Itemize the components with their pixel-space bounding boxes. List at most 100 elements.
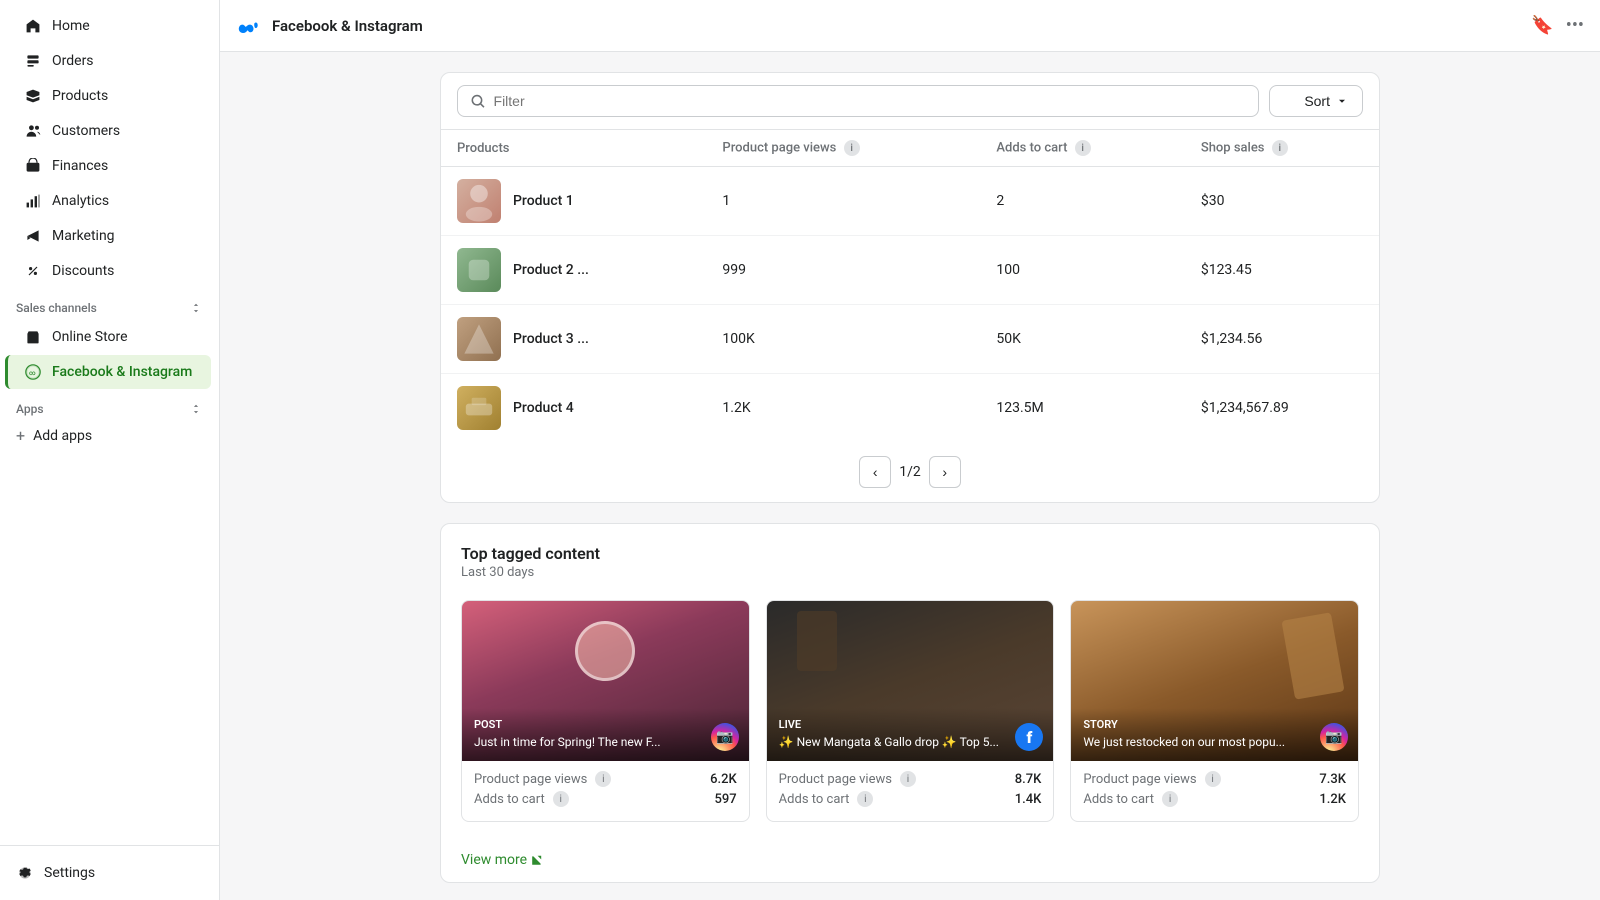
adds-to-cart-info-icon[interactable]: i — [1075, 140, 1091, 156]
adds-to-cart-cell-2: 100 — [980, 236, 1184, 305]
settings-item[interactable]: Settings — [16, 858, 203, 888]
content-image-1: POST Just in time for Spring! The new F.… — [462, 601, 749, 761]
topbar-right: 🔖 ••• — [1531, 15, 1584, 36]
sidebar-item-discounts[interactable]: Discounts — [8, 254, 211, 288]
sidebar-item-facebook-instagram[interactable]: ∞ Facebook & Instagram — [5, 355, 211, 389]
svg-text:∞: ∞ — [29, 369, 36, 377]
external-link-icon — [531, 854, 543, 866]
content-caption-3: We just restocked on our most popu... — [1083, 735, 1346, 751]
shop-sales-info-icon[interactable]: i — [1272, 140, 1288, 156]
sidebar-item-analytics[interactable]: Analytics — [8, 184, 211, 218]
sidebar-item-discounts-label: Discounts — [52, 263, 114, 279]
content-stats-3: Product page views i 7.3K Adds to cart i… — [1071, 761, 1358, 821]
bookmark-icon[interactable]: 🔖 — [1531, 15, 1553, 36]
adds-to-cart-value-1: 597 — [715, 792, 737, 807]
top-tagged-header: Top tagged content Last 30 days — [441, 524, 1379, 584]
add-apps-item[interactable]: + Add apps — [0, 420, 219, 451]
sidebar-item-analytics-label: Analytics — [52, 193, 109, 209]
col-adds-to-cart: Adds to cart i — [980, 130, 1184, 167]
sidebar-item-products[interactable]: Products — [8, 79, 211, 113]
page-views-cell-4: 1.2K — [706, 374, 980, 443]
more-icon[interactable]: ••• — [1566, 15, 1584, 36]
sort-button[interactable]: Sort — [1269, 85, 1363, 117]
table-header: Products Product page views i Adds to ca… — [441, 130, 1379, 167]
sidebar-item-facebook-instagram-label: Facebook & Instagram — [52, 364, 192, 380]
meta-logo — [236, 12, 264, 40]
sidebar-item-orders[interactable]: Orders — [8, 44, 211, 78]
content-type-1: POST — [474, 718, 737, 731]
adds-to-cart-cell-3: 50K — [980, 305, 1184, 374]
products-tbody: Product 1 1 2 $30 Product 2 ... 999 100 — [441, 167, 1379, 443]
sidebar-item-finances-label: Finances — [52, 158, 108, 174]
card-adds-to-cart-info-1[interactable]: i — [553, 791, 569, 807]
page-views-cell-1: 1 — [706, 167, 980, 236]
sidebar-item-customers[interactable]: Customers — [8, 114, 211, 148]
sidebar-item-online-store[interactable]: Online Store — [8, 320, 211, 354]
col-products: Products — [441, 130, 706, 167]
product-cell-1: Product 1 — [457, 179, 690, 223]
sidebar-item-marketing-label: Marketing — [52, 228, 115, 244]
content-card-1: POST Just in time for Spring! The new F.… — [461, 600, 750, 822]
top-tagged-title: Top tagged content — [461, 544, 1359, 563]
prev-page-button[interactable]: ‹ — [859, 456, 891, 488]
content-image-3: STORY We just restocked on our most popu… — [1071, 601, 1358, 761]
sidebar-item-products-label: Products — [52, 88, 108, 104]
customers-icon — [24, 122, 42, 140]
content-type-3: STORY — [1083, 718, 1346, 731]
page-views-info-icon[interactable]: i — [844, 140, 860, 156]
stat-adds-to-cart-3: Adds to cart i 1.2K — [1083, 791, 1346, 807]
sidebar-item-finances[interactable]: Finances — [8, 149, 211, 183]
apps-section-label: Apps — [0, 390, 219, 420]
col-page-views: Product page views i — [706, 130, 980, 167]
top-tagged-subtitle: Last 30 days — [461, 565, 1359, 580]
page-views-cell-3: 100K — [706, 305, 980, 374]
next-page-button[interactable]: › — [929, 456, 961, 488]
content-stats-1: Product page views i 6.2K Adds to cart i… — [462, 761, 749, 821]
content-card-2: LIVE ✨ New Mangata & Gallo drop ✨ Top 5.… — [766, 600, 1055, 822]
product-thumb-1 — [457, 179, 501, 223]
stat-page-views-3: Product page views i 7.3K — [1083, 771, 1346, 787]
content-caption-2: ✨ New Mangata & Gallo drop ✨ Top 5... — [779, 735, 1042, 751]
search-icon — [470, 93, 486, 109]
content-caption-1: Just in time for Spring! The new F... — [474, 735, 737, 751]
card-page-views-info-1[interactable]: i — [595, 771, 611, 787]
card-page-views-info-3[interactable]: i — [1205, 771, 1221, 787]
home-icon — [24, 17, 42, 35]
product-thumb-3 — [457, 317, 501, 361]
products-icon — [24, 87, 42, 105]
adds-to-cart-value-3: 1.2K — [1319, 792, 1346, 807]
online-store-icon — [24, 328, 42, 346]
sidebar-item-customers-label: Customers — [52, 123, 120, 139]
sidebar-item-marketing[interactable]: Marketing — [8, 219, 211, 253]
col-shop-sales: Shop sales i — [1185, 130, 1379, 167]
table-row: Product 3 ... 100K 50K $1,234.56 — [441, 305, 1379, 374]
page-views-label-2: Product page views i — [779, 771, 916, 787]
page-views-label-1: Product page views i — [474, 771, 611, 787]
facebook-instagram-icon: ∞ — [24, 363, 42, 381]
topbar-left: Facebook & Instagram — [236, 12, 423, 40]
marketing-icon — [24, 227, 42, 245]
stat-page-views-2: Product page views i 8.7K — [779, 771, 1042, 787]
content-image-2: LIVE ✨ New Mangata & Gallo drop ✨ Top 5.… — [767, 601, 1054, 761]
filter-text-input[interactable] — [494, 93, 1247, 109]
view-more-link[interactable]: View more — [461, 852, 543, 868]
card-page-views-info-2[interactable]: i — [900, 771, 916, 787]
sidebar-item-home[interactable]: Home — [8, 9, 211, 43]
card-adds-to-cart-info-3[interactable]: i — [1162, 791, 1178, 807]
product-thumb-img-4 — [457, 386, 501, 430]
product-name-3: Product 3 ... — [513, 331, 589, 347]
analytics-icon — [24, 192, 42, 210]
product-thumb-4 — [457, 386, 501, 430]
sidebar-item-orders-label: Orders — [52, 53, 94, 69]
shop-sales-cell-1: $30 — [1185, 167, 1379, 236]
product-thumb-img-1 — [457, 179, 501, 223]
page-views-cell-2: 999 — [706, 236, 980, 305]
shop-sales-cell-4: $1,234,567.89 — [1185, 374, 1379, 443]
card-adds-to-cart-info-2[interactable]: i — [857, 791, 873, 807]
add-icon: + — [16, 426, 25, 445]
page-views-value-1: 6.2K — [710, 772, 737, 787]
discounts-icon — [24, 262, 42, 280]
product-thumb-2 — [457, 248, 501, 292]
adds-to-cart-cell-1: 2 — [980, 167, 1184, 236]
table-row: Product 4 1.2K 123.5M $1,234,567.89 — [441, 374, 1379, 443]
